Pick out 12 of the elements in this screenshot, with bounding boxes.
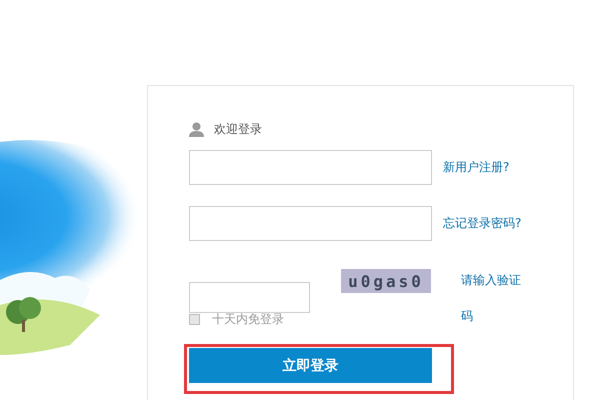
password-field[interactable]	[189, 206, 432, 241]
captcha-image[interactable]: u0gas0	[341, 269, 431, 293]
captcha-field[interactable]	[189, 282, 310, 313]
register-link[interactable]: 新用户注册?	[443, 159, 510, 176]
remember-label: 十天内免登录	[212, 311, 284, 328]
username-field[interactable]	[189, 150, 432, 185]
forgot-password-link[interactable]: 忘记登录密码?	[443, 215, 522, 232]
welcome-title: 欢迎登录	[214, 120, 262, 138]
user-icon	[189, 122, 204, 136]
login-button[interactable]: 立即登录	[189, 348, 432, 383]
remember-checkbox[interactable]	[189, 314, 200, 325]
captcha-hint: 请输入验证码	[461, 272, 522, 325]
